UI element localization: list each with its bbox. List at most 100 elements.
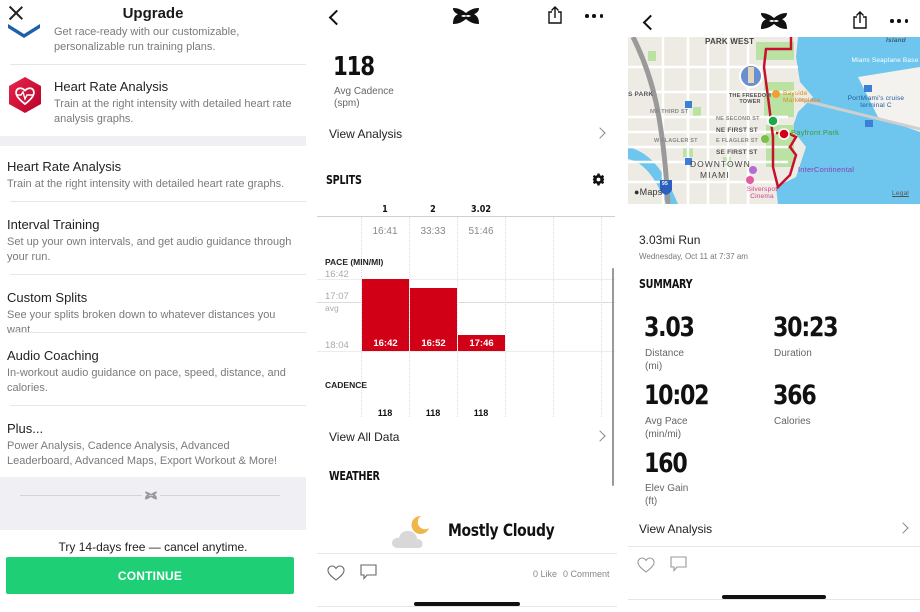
section-separator: [0, 136, 306, 146]
weather-section-title: WEATHER: [329, 469, 380, 483]
interstate-label: 95: [662, 181, 668, 187]
feature-title: Heart Rate Analysis: [7, 159, 122, 174]
pace-axis-avg: 17:07: [325, 291, 349, 302]
divider: [10, 64, 306, 65]
divider: [10, 274, 306, 275]
map-label: DOWNTOWN: [690, 159, 751, 169]
under-armour-logo[interactable]: [760, 12, 788, 30]
pace-bar-label: 16:42: [373, 338, 398, 349]
map-label: PARK WEST: [705, 37, 755, 46]
divider: [317, 606, 617, 607]
view-analysis-link[interactable]: View Analysis: [639, 522, 712, 536]
map-label: InterContinental: [798, 165, 855, 174]
heart-icon[interactable]: [637, 557, 655, 573]
cumulative-time: 16:41: [372, 226, 398, 237]
under-armour-logo[interactable]: [452, 7, 480, 25]
summary-screen: PARK WEST Island Miami Seaplane Base S P…: [628, 0, 920, 612]
chevron-left-icon[interactable]: [641, 13, 655, 31]
more-dots-icon[interactable]: [585, 13, 603, 19]
chevron-right-icon[interactable]: [594, 127, 606, 139]
view-all-data-link[interactable]: View All Data: [329, 430, 399, 444]
grid-line: [317, 351, 615, 352]
pace-bar: 17:46: [458, 335, 505, 351]
feature-item-audio-coaching[interactable]: Audio Coaching In-workout audio guidance…: [7, 348, 297, 396]
pace-bar: 16:42: [362, 279, 409, 351]
duration-label: Duration: [774, 348, 812, 359]
pace-axis-bottom: 18:04: [325, 340, 349, 351]
divider: [628, 599, 920, 600]
brand-footer-band: [0, 477, 306, 530]
elev-gain-value: 160: [644, 448, 688, 479]
map-label: W FLAGLER ST: [654, 138, 698, 144]
scrollbar[interactable]: [612, 268, 614, 486]
feature-item-heart-rate[interactable]: Heart Rate Analysis Train at the right i…: [7, 159, 297, 192]
continue-button[interactable]: CONTINUE: [6, 557, 294, 594]
under-armour-logo: [142, 490, 160, 501]
map-label: SE FIRST ST: [716, 149, 758, 156]
cumulative-time: 51:46: [468, 226, 494, 237]
map-label: E FLAGLER ST: [716, 138, 759, 144]
feature-item-interval-training[interactable]: Interval Training Set up your own interv…: [7, 217, 297, 265]
label-line: Elev Gain: [645, 483, 689, 494]
feature-title: Plus...: [7, 421, 44, 436]
label-unit: (ft): [645, 496, 658, 507]
share-icon[interactable]: [547, 6, 563, 24]
run-date: Wednesday, Oct 11 at 7:37 am: [639, 252, 748, 261]
feature-item-plus[interactable]: Plus... Power Analysis, Cadence Analysis…: [7, 421, 297, 469]
map-label: MIAMI: [700, 170, 730, 180]
like-count[interactable]: 0 Like: [533, 569, 557, 579]
divider: [10, 201, 306, 202]
heart-icon[interactable]: [327, 565, 345, 581]
duration-value: 30:23: [773, 312, 839, 343]
avg-cadence-label: Avg Cadence (spm): [334, 86, 394, 110]
comment-count[interactable]: 0 Comment: [563, 569, 610, 579]
feature-description: Set up your own intervals, and get audio…: [7, 236, 292, 263]
map-label: THE FREEDOM TOWER: [728, 93, 772, 105]
label-unit: (spm): [334, 98, 360, 109]
heart-rate-hexagon-icon: [9, 77, 41, 113]
more-dots-icon[interactable]: [890, 18, 908, 24]
calories-value: 366: [773, 380, 817, 411]
view-analysis-link[interactable]: View Analysis: [329, 127, 402, 141]
partly-cloudy-night-icon: [392, 515, 429, 548]
map-label: Miami Seaplane Base: [851, 57, 919, 64]
training-plan-icon: [8, 24, 40, 38]
comment-icon[interactable]: [360, 564, 377, 580]
comment-icon[interactable]: [670, 556, 687, 572]
label-line: Avg Pace: [645, 416, 688, 427]
map-label: PortMiami's cruise terminal C: [847, 95, 905, 109]
divider: [10, 405, 306, 406]
split-header: 1: [382, 204, 388, 215]
label-unit: (mi): [645, 361, 663, 372]
splits-screen: 118 Avg Cadence (spm) View Analysis SPLI…: [317, 0, 617, 612]
map-label: Bayside Marketplace: [783, 90, 821, 104]
legal-link[interactable]: Legal: [892, 190, 909, 197]
distance-value: 3.03: [644, 312, 695, 343]
calories-label: Calories: [774, 416, 811, 427]
map-label: Bayfront Park: [791, 128, 840, 137]
label-line: Avg Cadence: [334, 86, 394, 97]
cumulative-time: 33:33: [420, 226, 446, 237]
map-label: NE FIRST ST: [716, 127, 758, 134]
apple-maps-attribution: ●Maps: [634, 187, 662, 197]
upgrade-header: Upgrade: [0, 0, 306, 28]
chevron-right-icon[interactable]: [897, 522, 909, 534]
elev-gain-label: Elev Gain (ft): [645, 482, 688, 508]
weather-condition: Mostly Cloudy: [448, 521, 555, 541]
pace-bar: 16:52: [410, 287, 457, 351]
route-map[interactable]: PARK WEST Island Miami Seaplane Base S P…: [628, 37, 920, 204]
share-icon[interactable]: [852, 11, 868, 29]
map-label: S PARK: [628, 91, 654, 98]
heart-rate-card-title: Heart Rate Analysis: [54, 79, 169, 94]
splits-section-title: SPLITS: [326, 173, 362, 187]
feature-item-custom-splits[interactable]: Custom Splits See your splits broken dow…: [7, 290, 297, 338]
chevron-left-icon[interactable]: [327, 8, 341, 26]
map-label: Island: [886, 37, 906, 44]
chevron-right-icon[interactable]: [594, 430, 606, 442]
feature-title: Custom Splits: [7, 290, 88, 305]
avg-pace-value: 10:02: [644, 380, 710, 411]
grid-line: [457, 217, 458, 417]
feature-description: Train at the right intensity with detail…: [7, 178, 285, 190]
map-label: Silverspot Cinema: [746, 186, 778, 200]
gear-icon[interactable]: [592, 173, 605, 186]
